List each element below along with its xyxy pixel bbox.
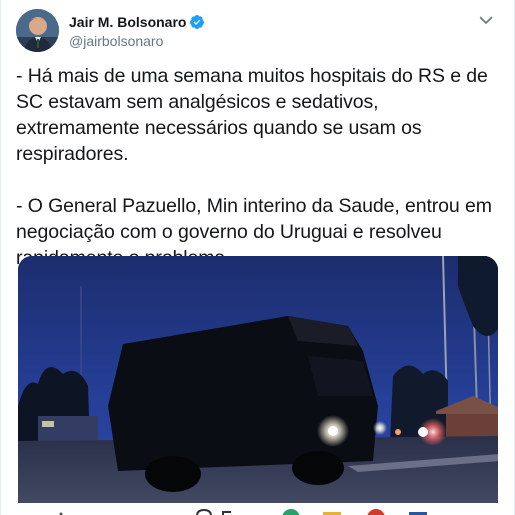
chevron-down-icon[interactable] [477,11,495,29]
user-handle[interactable]: @jairbolsonaro [69,32,205,50]
profile-photo-icon [16,9,59,52]
display-name[interactable]: Jair M. Bolsonaro [69,13,186,31]
tweet-paragraph: - Há mais de uma semana muitos hospitais… [16,65,488,165]
avatar[interactable] [16,9,59,52]
author-info[interactable]: Jair M. Bolsonaro @jairbolsonaro [69,13,205,50]
bottom-strip [1,503,514,515]
military-truck-night-scene-icon [18,256,498,506]
tweet-text: - Há mais de uma semana muitos hospitais… [16,63,506,271]
tweet-card[interactable]: Jair M. Bolsonaro @jairbolsonaro - Há ma… [0,0,515,515]
tweet-header: Jair M. Bolsonaro @jairbolsonaro [16,9,499,53]
verified-badge-icon [189,14,205,30]
media-video-thumbnail[interactable] [18,256,498,506]
